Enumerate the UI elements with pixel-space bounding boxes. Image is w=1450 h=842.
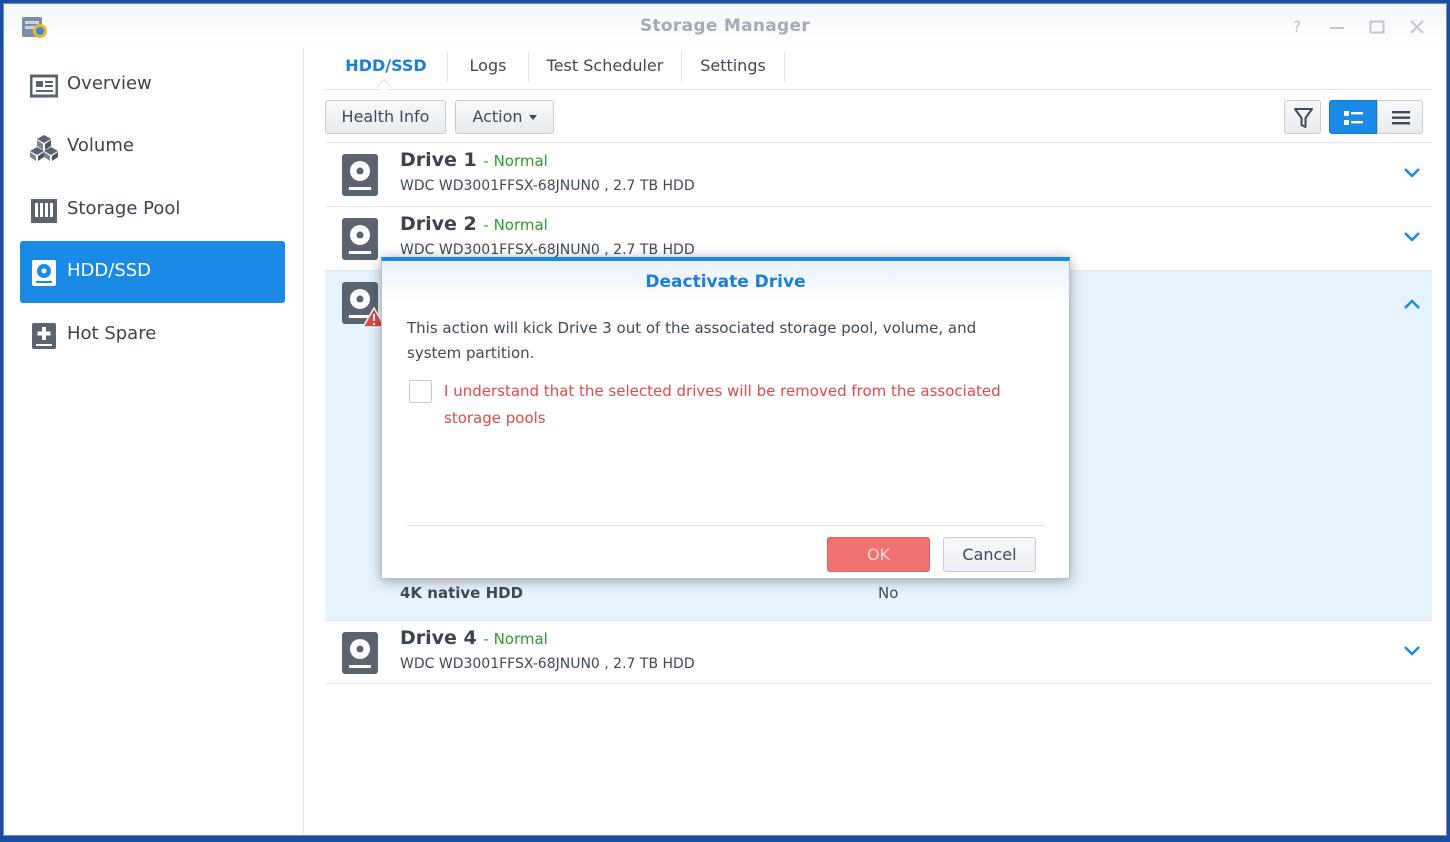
drive-row[interactable]: Drive 4 - Normal WDC WD3001FFSX-68JNUN0 … (325, 620, 1432, 684)
deactivate-drive-dialog: Deactivate Drive This action will kick D… (381, 257, 1070, 579)
minimize-icon[interactable] (1326, 16, 1348, 38)
sidebar-item-hot-spare[interactable]: Hot Spare (20, 304, 285, 366)
drive-name-text: Drive 2 (400, 213, 477, 235)
confirm-checkbox[interactable] (409, 380, 432, 403)
dialog-header[interactable]: Deactivate Drive (382, 261, 1069, 305)
chevron-down-icon[interactable] (1402, 643, 1422, 657)
maximize-icon[interactable] (1366, 16, 1388, 38)
hot-spare-icon (32, 323, 56, 349)
title-bar[interactable]: Storage Manager ? (4, 4, 1446, 48)
help-icon[interactable]: ? (1286, 16, 1308, 38)
drive-status: - Normal (483, 630, 548, 648)
list-view-icon (1392, 111, 1410, 125)
dialog-divider (407, 525, 1044, 526)
overview-icon (30, 74, 58, 98)
drive-description: WDC WD3001FFSX-68JNUN0 , 2.7 TB HDD (400, 242, 695, 258)
filter-icon (1294, 108, 1313, 128)
sidebar-item-label: HDD/SSD (67, 260, 152, 281)
ok-button[interactable]: OK (827, 537, 930, 572)
drive-name: Drive 1 - Normal (400, 149, 548, 171)
volume-icon (30, 135, 58, 161)
chevron-down-icon (528, 115, 537, 120)
list-view-button[interactable] (1377, 100, 1423, 134)
hdd-icon (342, 154, 378, 196)
action-button-label: Action (472, 107, 523, 126)
drive-name: Drive 2 - Normal (400, 213, 548, 235)
drive-status: - Normal (483, 216, 548, 234)
close-icon[interactable] (1406, 16, 1428, 38)
sidebar-item-overview[interactable]: Overview (20, 54, 285, 116)
dialog-title: Deactivate Drive (645, 272, 806, 292)
hdd-icon (342, 218, 378, 260)
drive-status-text: Normal (493, 216, 548, 234)
storage-manager-window: Storage Manager ? Overview Volume Storag… (3, 3, 1447, 836)
drive-name-text: Drive 4 (400, 627, 477, 649)
tab-bar: HDD/SSD Logs Test Scheduler Settings (325, 48, 1432, 94)
tab-logs[interactable]: Logs (448, 48, 528, 88)
window-title: Storage Manager (639, 16, 811, 36)
list-detail-view-icon (1344, 111, 1363, 125)
sidebar-item-label: Hot Spare (67, 323, 157, 344)
hdd-icon (32, 260, 56, 286)
sidebar-item-label: Volume (67, 135, 134, 156)
drive-description: WDC WD3001FFSX-68JNUN0 , 2.7 TB HDD (400, 178, 695, 194)
drive-row[interactable]: Drive 1 - Normal WDC WD3001FFSX-68JNUN0 … (325, 142, 1432, 206)
sidebar-item-hdd-ssd[interactable]: HDD/SSD (20, 241, 285, 303)
sidebar-item-label: Storage Pool (67, 198, 181, 219)
hdd-icon (342, 632, 378, 674)
chevron-down-icon[interactable] (1402, 229, 1422, 243)
tab-divider (784, 52, 785, 82)
drive-status: - Normal (483, 152, 548, 170)
confirm-checkbox-label[interactable]: I understand that the selected drives wi… (444, 378, 1024, 432)
chevron-down-icon[interactable] (1402, 165, 1422, 179)
sidebar: Overview Volume Storage Pool HDD/SSD Hot… (4, 48, 304, 835)
health-info-button[interactable]: Health Info (325, 100, 446, 134)
filter-button[interactable] (1284, 100, 1321, 134)
action-button[interactable]: Action (455, 100, 554, 134)
detail-value-4k-native: No (878, 584, 899, 602)
drive-name: Drive 4 - Normal (400, 627, 548, 649)
dialog-message: This action will kick Drive 3 out of the… (407, 319, 977, 362)
hdd-warning-icon (342, 282, 386, 328)
storage-pool-icon (31, 199, 57, 223)
tab-test-scheduler[interactable]: Test Scheduler (529, 48, 681, 88)
cancel-button[interactable]: Cancel (943, 537, 1036, 572)
drive-name-text: Drive 1 (400, 149, 477, 171)
sidebar-item-label: Overview (67, 73, 152, 94)
sidebar-item-storage-pool[interactable]: Storage Pool (20, 179, 285, 241)
drive-description: WDC WD3001FFSX-68JNUN0 , 2.7 TB HDD (400, 656, 695, 672)
tab-settings[interactable]: Settings (682, 48, 784, 88)
list-detail-view-button[interactable] (1329, 100, 1377, 134)
chevron-up-icon[interactable] (1402, 297, 1422, 311)
detail-label-4k-native: 4K native HDD (400, 584, 524, 602)
drive-status-text: Normal (493, 152, 548, 170)
sidebar-item-volume[interactable]: Volume (20, 116, 285, 178)
drive-status-text: Normal (493, 630, 548, 648)
